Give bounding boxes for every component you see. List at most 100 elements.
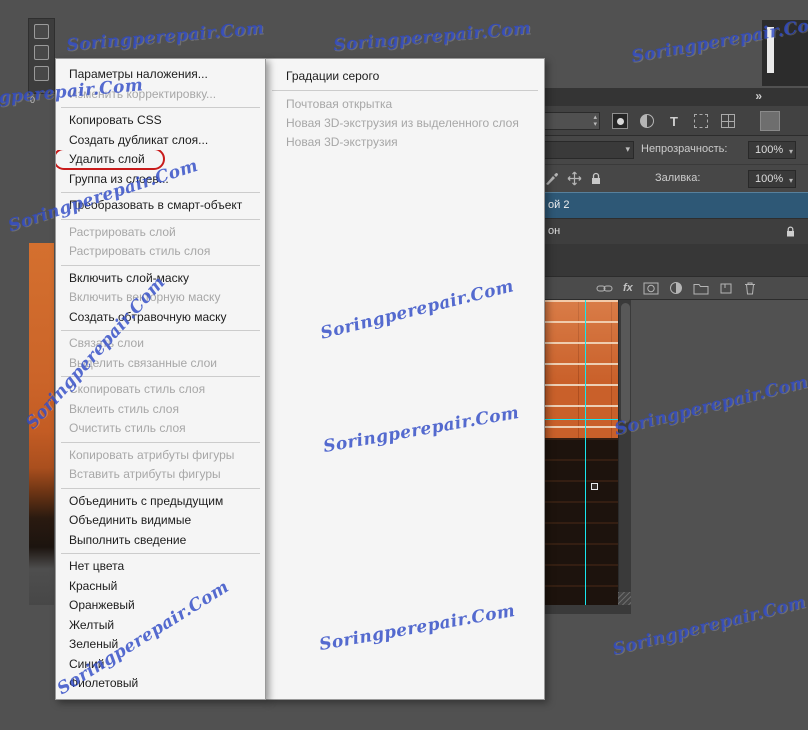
- menu-item-label: Зеленый: [69, 637, 119, 651]
- menu-item-label: Растрировать слой: [69, 224, 176, 239]
- menu-item-merge-visible[interactable]: Объединить видимые: [56, 511, 265, 531]
- menu-item-paste-shape-attributes: Вставить атрибуты фигуры: [56, 465, 265, 485]
- transform-handle[interactable]: [591, 483, 598, 490]
- menu-separator: [61, 441, 260, 443]
- menu-item-no-color[interactable]: Нет цвета: [56, 557, 265, 577]
- mask-icon-inner: [616, 117, 624, 125]
- layer-row-selected[interactable]: ой 2: [500, 192, 808, 218]
- menu-item-copy-layer-style: Скопировать стиль слоя: [56, 380, 265, 400]
- menu-item-label: Объединить видимые: [69, 513, 192, 527]
- horizontal-guide[interactable]: [545, 419, 618, 420]
- menu-item-label: Новая 3D-экструзия: [286, 135, 398, 149]
- menu-separator: [61, 192, 260, 193]
- delete-layer-trash-icon[interactable]: [743, 281, 757, 295]
- blend-mode-select[interactable]: ▾: [542, 141, 634, 159]
- text-icon[interactable]: T: [666, 113, 682, 129]
- circle-icon[interactable]: [640, 114, 654, 128]
- secondary-menu: Градации серого Почтовая открытка Новая 3D…: [265, 58, 545, 700]
- menu-item-violet[interactable]: Фиолетовый: [56, 674, 265, 694]
- add-layer-mask-icon[interactable]: [643, 282, 659, 295]
- menu-item-green[interactable]: Зеленый: [56, 635, 265, 655]
- menu-item-label: Преобразовать в смарт-объект: [69, 198, 243, 212]
- panel-button[interactable]: [760, 111, 780, 131]
- menu-item-label: Красный: [69, 578, 118, 593]
- layer-lock-icon: [787, 226, 794, 237]
- grid-icon[interactable]: [721, 114, 735, 128]
- dashed-rect-icon[interactable]: [694, 114, 708, 128]
- adjustment-layer-icon[interactable]: [669, 281, 683, 295]
- menu-item-label: Объединить с предыдущим: [69, 493, 224, 508]
- layer-style-fx-icon[interactable]: fx: [623, 282, 633, 294]
- menu-item-label: Выполнить сведение: [69, 532, 187, 547]
- photoshop-screen: 0 » ▴ ▾ T ▾ Непрозрачность: 100% ▾ Залив…: [0, 0, 808, 730]
- link-layers-icon[interactable]: [596, 282, 613, 295]
- menu-item-merge-down[interactable]: Объединить с предыдущим: [56, 492, 265, 512]
- tool-icon[interactable]: [34, 24, 49, 39]
- menu-separator: [61, 107, 260, 108]
- menu-item-label: Очистить стиль слоя: [69, 421, 186, 435]
- menu-item-blue[interactable]: Синий: [56, 655, 265, 675]
- menu-item-orange[interactable]: Оранжевый: [56, 596, 265, 616]
- menu-item-label: Градации серого: [286, 69, 380, 83]
- new-group-folder-icon[interactable]: [693, 282, 709, 295]
- menu-item-delete-layer[interactable]: Удалить слой: [56, 150, 265, 170]
- collapse-panels-icon[interactable]: »: [755, 89, 762, 103]
- menu-item-label: Связать слои: [69, 336, 144, 350]
- menu-item-group-from-layers[interactable]: Группа из слоев...: [56, 170, 265, 190]
- vertical-scrollbar[interactable]: [618, 300, 631, 605]
- mask-icon[interactable]: [612, 113, 628, 129]
- menu-item-create-clipping-mask[interactable]: Создать обтравочную маску: [56, 308, 265, 328]
- menu-item-blending-options[interactable]: Параметры наложения...: [56, 65, 265, 85]
- menu-item-red[interactable]: Красный: [56, 577, 265, 597]
- value-stepper[interactable]: ▴ ▾: [542, 112, 600, 130]
- layer-name: он: [548, 225, 561, 237]
- menu-item-label: Копировать атрибуты фигуры: [69, 447, 235, 462]
- menu-item-paste-layer-style: Вклеить стиль слоя: [56, 400, 265, 420]
- menu-item-label: Удалить слой: [69, 152, 145, 166]
- lock-all-icon[interactable]: [589, 171, 603, 186]
- menu-item-label: Желтый: [69, 617, 115, 632]
- menu-item-duplicate-layer[interactable]: Создать дубликат слоя...: [56, 131, 265, 151]
- menu-item-new-3d-extrusion: Новая 3D-экструзия: [266, 133, 544, 152]
- menu-item-label: Выделить связанные слои: [69, 355, 218, 370]
- menu-item-grayscale[interactable]: Градации серого: [266, 67, 544, 86]
- layers-panel-footer: fx: [500, 276, 808, 300]
- options-bar: ▴ ▾ T: [500, 106, 808, 136]
- tool-icon[interactable]: [34, 45, 49, 60]
- layer-row-background[interactable]: он: [500, 218, 808, 244]
- brick-wall-image: [545, 300, 618, 438]
- tool-icon[interactable]: [34, 66, 49, 81]
- lock-pixels-brush-icon[interactable]: [544, 171, 560, 186]
- menu-item-yellow[interactable]: Желтый: [56, 616, 265, 636]
- lock-icons: [544, 171, 603, 186]
- menu-item-rasterize-layer-style: Растрировать стиль слоя: [56, 242, 265, 262]
- menu-item-enable-layer-mask[interactable]: Включить слой-маску: [56, 269, 265, 289]
- vertical-guide[interactable]: [585, 300, 586, 605]
- horizontal-scrollbar[interactable]: [545, 605, 631, 614]
- lock-position-move-icon[interactable]: [567, 171, 582, 186]
- menu-item-flatten-image[interactable]: Выполнить сведение: [56, 531, 265, 551]
- menu-item-label: Включить векторную маску: [69, 290, 221, 304]
- scrollbar-thumb[interactable]: [621, 303, 630, 423]
- menu-item-label: Копировать CSS: [69, 113, 162, 127]
- new-layer-icon[interactable]: [719, 282, 733, 295]
- canvas-image-left[interactable]: [29, 243, 54, 605]
- opacity-value[interactable]: 100% ▾: [748, 141, 796, 159]
- menu-item-label: Вклеить стиль слоя: [69, 401, 179, 416]
- menu-separator: [61, 330, 260, 331]
- resize-grip[interactable]: [618, 592, 631, 605]
- layers-lock-row: Заливка: 100% ▾: [500, 164, 808, 192]
- menu-item-select-linked-layers: Выделить связанные слои: [56, 354, 265, 374]
- menu-separator: [61, 487, 260, 489]
- menu-item-convert-to-smart-object[interactable]: Преобразовать в смарт-объект: [56, 196, 265, 216]
- menu-item-copy-css[interactable]: Копировать CSS: [56, 111, 265, 131]
- fill-value[interactable]: 100% ▾: [748, 170, 796, 188]
- watermark: Soringperepair.Com: [612, 372, 808, 440]
- canvas-image-right[interactable]: [545, 300, 618, 605]
- options-icons: T: [612, 113, 736, 129]
- menu-item-new-3d-extrusion-from-layer: Новая 3D-экструзия из выделенного слоя: [266, 114, 544, 133]
- menu-item-label: Новая 3D-экструзия из выделенного слоя: [286, 116, 519, 130]
- layer-context-menu: Параметры наложения... Изменить корректир…: [55, 58, 266, 700]
- menu-item-label: Создать обтравочную маску: [69, 309, 227, 324]
- menu-item-postcard: Почтовая открытка: [266, 95, 544, 114]
